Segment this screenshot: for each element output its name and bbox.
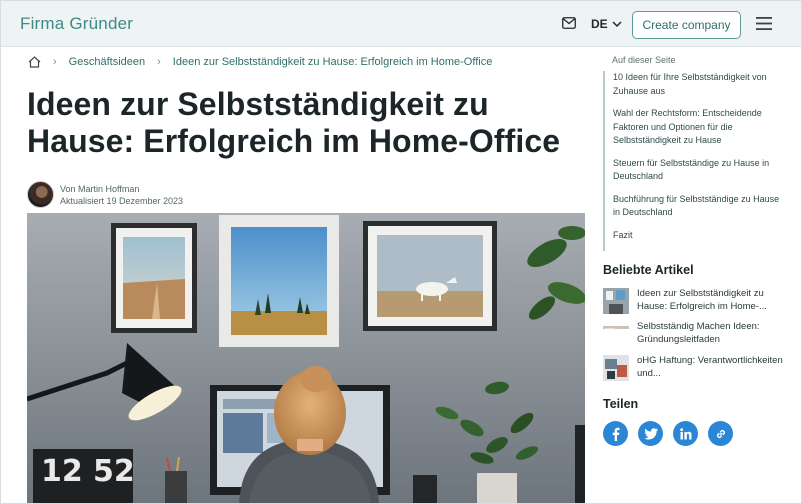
- popular-article-title: Selbstständig Machen Ideen: Gründungslei…: [637, 321, 760, 345]
- create-company-button[interactable]: Create company: [632, 11, 741, 39]
- article-thumbnail: [603, 288, 629, 314]
- share-heading: Teilen: [603, 397, 639, 411]
- twitter-icon: [643, 427, 658, 439]
- author-name: Von Martin Hoffman: [60, 183, 140, 194]
- chevron-down-icon: [612, 20, 622, 27]
- breadcrumb-separator: ›: [53, 56, 57, 68]
- toc-item[interactable]: Buchführung für Selbstständige zu Hause …: [613, 193, 783, 220]
- popular-article-title: oHG Haftung: Verantwortlichkeiten und...: [637, 355, 783, 379]
- popular-article-title: Ideen zur Selbstständigkeit zu Hause: Er…: [637, 288, 767, 312]
- updated-date: Aktualisiert 19 Dezember 2023: [60, 195, 184, 206]
- menu-icon[interactable]: [756, 17, 772, 30]
- clock-minutes: 52: [93, 454, 135, 489]
- clock-hours: 12: [41, 454, 83, 489]
- page-title: Ideen zur Selbstständigkeit zu Hause: Er…: [27, 86, 561, 159]
- facebook-icon: [612, 427, 619, 441]
- share-twitter-button[interactable]: [638, 421, 663, 446]
- toc-item[interactable]: Steuern für Selbstständige zu Hause in D…: [613, 157, 783, 184]
- avatar: [27, 181, 54, 208]
- linkedin-icon: [679, 427, 691, 439]
- author-byline: Von Martin Hoffman Aktualisiert 19 Dezem…: [27, 181, 183, 208]
- breadcrumb-item-current[interactable]: Ideen zur Selbstständigkeit zu Hause: Er…: [173, 56, 493, 68]
- popular-article[interactable]: oHG Haftung: Verantwortlichkeiten und...: [603, 355, 783, 381]
- article-thumbnail: [603, 321, 629, 329]
- link-icon: [716, 429, 725, 438]
- hero-illustration: 12 52: [27, 213, 585, 503]
- popular-article[interactable]: Selbstständig Machen Ideen: Gründungslei…: [603, 321, 783, 346]
- article-thumbnail: [603, 355, 629, 381]
- breadcrumb-separator: ›: [157, 56, 161, 68]
- hero-image: 12 52: [27, 213, 585, 503]
- table-of-contents: 10 Ideen für Ihre Selbstständigkeit von …: [603, 71, 783, 251]
- language-selector[interactable]: DE: [591, 17, 622, 31]
- breadcrumb-item-category[interactable]: Geschäftsideen: [69, 56, 145, 68]
- home-icon[interactable]: [28, 56, 41, 68]
- brand-logo[interactable]: Firma Gründer: [20, 14, 133, 34]
- share-linkedin-button[interactable]: [673, 421, 698, 446]
- page: Firma Gründer DE Create company › Geschä…: [0, 0, 802, 504]
- site-header: Firma Gründer DE Create company: [1, 1, 801, 47]
- breadcrumb: › Geschäftsideen › Ideen zur Selbstständ…: [28, 56, 492, 68]
- toc-item[interactable]: Wahl der Rechtsform: Entscheidende Fakto…: [613, 107, 783, 148]
- share-link-button[interactable]: [708, 421, 733, 446]
- toc-label: Auf dieser Seite: [612, 55, 676, 65]
- share-facebook-button[interactable]: [603, 421, 628, 446]
- toc-item[interactable]: Fazit: [613, 229, 783, 243]
- popular-heading: Beliebte Artikel: [603, 263, 694, 277]
- language-label: DE: [591, 17, 608, 31]
- popular-article[interactable]: Ideen zur Selbstständigkeit zu Hause: Er…: [603, 288, 783, 314]
- toc-item[interactable]: 10 Ideen für Ihre Selbstständigkeit von …: [613, 71, 783, 98]
- mail-icon[interactable]: [562, 17, 576, 29]
- share-buttons: [603, 421, 733, 446]
